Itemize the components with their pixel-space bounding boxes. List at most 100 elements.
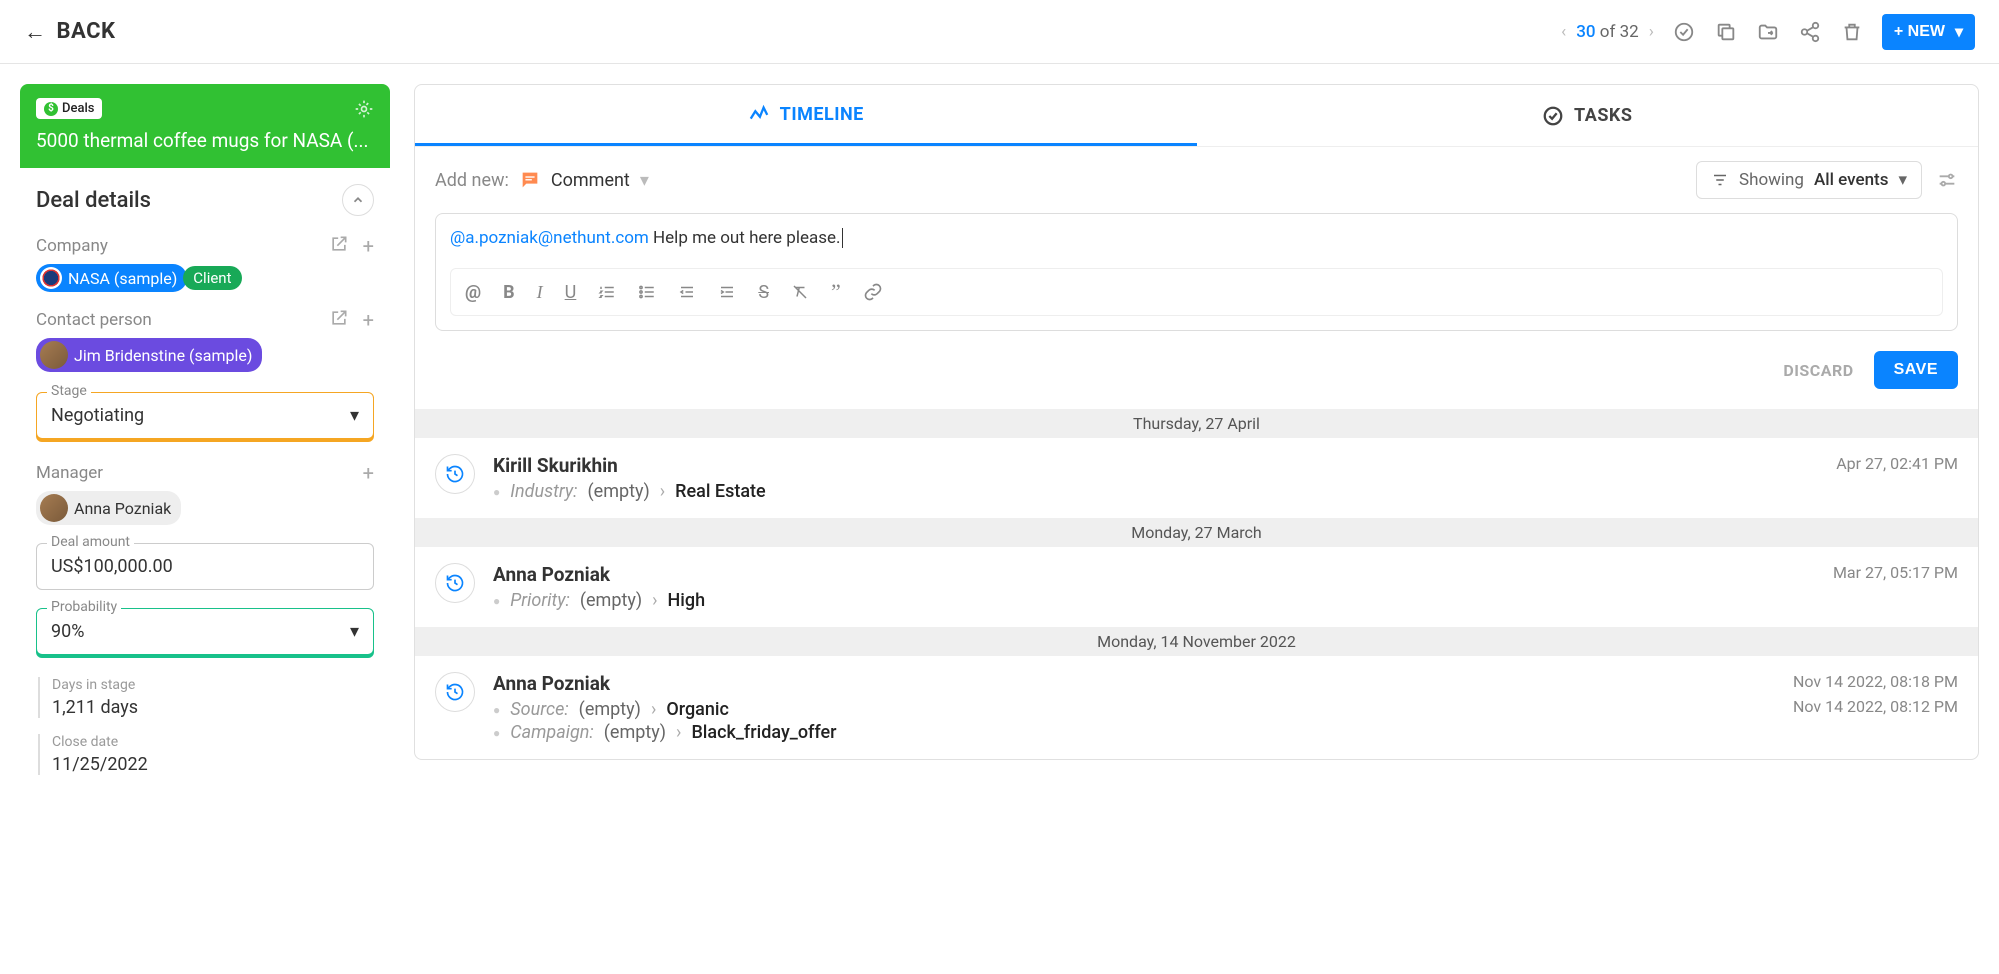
arrow-right-icon: › — [652, 590, 657, 611]
days-in-stage-label: Days in stage — [52, 677, 374, 693]
chevron-down-icon: ▾ — [1898, 170, 1907, 190]
manager-name: Anna Pozniak — [74, 499, 171, 518]
comment-text[interactable]: @a.pozniak@nethunt.com Help me out here … — [450, 228, 1943, 248]
all-events-label: All events — [1814, 170, 1888, 190]
change-new: Organic — [666, 699, 729, 720]
copy-icon[interactable] — [1714, 20, 1738, 44]
deal-header: $ Deals 5000 thermal coffee mugs for NAS… — [20, 84, 390, 168]
new-button[interactable]: + NEW ▾ — [1882, 14, 1975, 50]
ordered-list-tool[interactable] — [598, 283, 616, 301]
bold-tool[interactable]: B — [503, 282, 515, 303]
add-icon[interactable]: + — [363, 308, 374, 332]
check-circle-icon[interactable] — [1672, 20, 1696, 44]
change-field: Industry: — [510, 481, 577, 502]
sliders-icon[interactable] — [1936, 169, 1958, 191]
timeline-icon — [748, 103, 770, 125]
save-button[interactable]: SAVE — [1874, 351, 1958, 389]
change-old: (empty) — [579, 699, 641, 720]
probability-select[interactable]: Probability 90% ▾ — [36, 608, 374, 655]
share-icon[interactable] — [1798, 20, 1822, 44]
deals-pill[interactable]: $ Deals — [36, 98, 102, 119]
deals-pill-label: Deals — [62, 101, 94, 116]
add-icon[interactable]: + — [363, 461, 374, 485]
close-date-label: Close date — [52, 734, 374, 750]
contact-chip[interactable]: Jim Bridenstine (sample) — [36, 338, 262, 372]
change-new: High — [668, 590, 706, 611]
stage-float-label: Stage — [47, 383, 91, 399]
chevron-down-icon: ▾ — [1955, 22, 1963, 42]
change-field: Source: — [510, 699, 568, 720]
arrow-right-icon: › — [676, 722, 681, 743]
date-separator: Thursday, 27 April — [415, 409, 1978, 438]
entry-time: Nov 14 2022, 08:18 PM — [1793, 672, 1958, 691]
dollar-icon: $ — [44, 102, 58, 116]
collapse-button[interactable] — [342, 184, 374, 216]
trash-icon[interactable] — [1840, 20, 1864, 44]
deal-amount-value: US$100,000.00 — [51, 556, 173, 577]
back-button[interactable]: ← BACK — [24, 19, 116, 45]
italic-tool[interactable]: I — [537, 282, 543, 303]
change-old: (empty) — [580, 590, 642, 611]
tab-timeline-label: TIMELINE — [780, 104, 864, 125]
avatar-icon — [40, 494, 68, 522]
tab-tasks[interactable]: TASKS — [1197, 85, 1979, 146]
underline-tool[interactable]: U — [565, 282, 577, 303]
tab-timeline[interactable]: TIMELINE — [415, 85, 1197, 146]
link-tool[interactable] — [863, 282, 883, 302]
timeline-entry: Anna Pozniak ● Source: (empty) › Organic… — [415, 656, 1978, 759]
outdent-tool[interactable] — [678, 283, 696, 301]
add-icon[interactable]: + — [363, 234, 374, 258]
new-button-label: + NEW — [1894, 23, 1945, 41]
prev-page-icon[interactable]: ‹ — [1561, 22, 1566, 42]
open-link-icon[interactable] — [329, 308, 349, 332]
history-icon — [435, 563, 475, 603]
comment-toolbar: @ B I U S ” — [450, 268, 1943, 316]
stage-value: Negotiating — [51, 405, 144, 426]
back-label: BACK — [57, 19, 116, 44]
cursor-icon — [842, 228, 843, 248]
date-separator: Monday, 14 November 2022 — [415, 627, 1978, 656]
probability-label: Probability — [47, 599, 121, 615]
mention-tool[interactable]: @ — [465, 282, 481, 303]
comment-actions: DISCARD SAVE — [415, 345, 1978, 409]
gear-icon[interactable] — [354, 99, 374, 119]
page-of: of 32 — [1600, 22, 1639, 42]
comment-box[interactable]: @a.pozniak@nethunt.com Help me out here … — [435, 213, 1958, 331]
entry-time: Nov 14 2022, 08:12 PM — [1793, 697, 1958, 716]
timeline-entry: Kirill Skurikhin ● Industry: (empty) › R… — [415, 438, 1978, 518]
company-name: NASA (sample) — [68, 269, 177, 288]
change-row: ● Source: (empty) › Organic — [493, 699, 837, 720]
showing-label: Showing — [1739, 170, 1804, 190]
quote-tool[interactable]: ” — [831, 279, 841, 305]
company-chip[interactable]: NASA (sample) — [36, 264, 187, 292]
indent-tool[interactable] — [718, 283, 736, 301]
strikethrough-tool[interactable]: S — [758, 282, 769, 303]
open-link-icon[interactable] — [329, 234, 349, 258]
next-page-icon[interactable]: › — [1649, 22, 1654, 42]
deal-details-heading: Deal details — [36, 188, 151, 213]
deal-sidebar: $ Deals 5000 thermal coffee mugs for NAS… — [20, 84, 390, 807]
discard-button[interactable]: DISCARD — [1783, 361, 1853, 380]
tabs: TIMELINE TASKS — [415, 85, 1978, 147]
deal-amount-input[interactable]: Deal amount US$100,000.00 — [36, 543, 374, 590]
deal-amount-label: Deal amount — [47, 534, 134, 550]
comment-type-label[interactable]: Comment — [551, 170, 630, 191]
history-icon — [435, 454, 475, 494]
close-date-value: 11/25/2022 — [52, 754, 374, 775]
events-filter[interactable]: Showing All events ▾ — [1696, 161, 1922, 199]
manager-chip[interactable]: Anna Pozniak — [36, 491, 181, 525]
stage-select[interactable]: Stage Negotiating ▾ — [36, 392, 374, 439]
chevron-down-icon: ▾ — [350, 621, 359, 642]
change-field: Priority: — [510, 590, 570, 611]
filter-icon — [1711, 171, 1729, 189]
unordered-list-tool[interactable] — [638, 283, 656, 301]
tasks-icon — [1542, 105, 1564, 127]
bullet-icon: ● — [493, 703, 500, 717]
add-new-label: Add new: — [435, 170, 509, 191]
entry-author: Anna Pozniak — [493, 563, 705, 586]
chevron-down-icon[interactable]: ▾ — [640, 170, 649, 191]
clear-format-tool[interactable] — [791, 283, 809, 301]
folder-move-icon[interactable] — [1756, 20, 1780, 44]
contact-name: Jim Bridenstine (sample) — [74, 346, 252, 365]
days-in-stage-value: 1,211 days — [52, 697, 374, 718]
